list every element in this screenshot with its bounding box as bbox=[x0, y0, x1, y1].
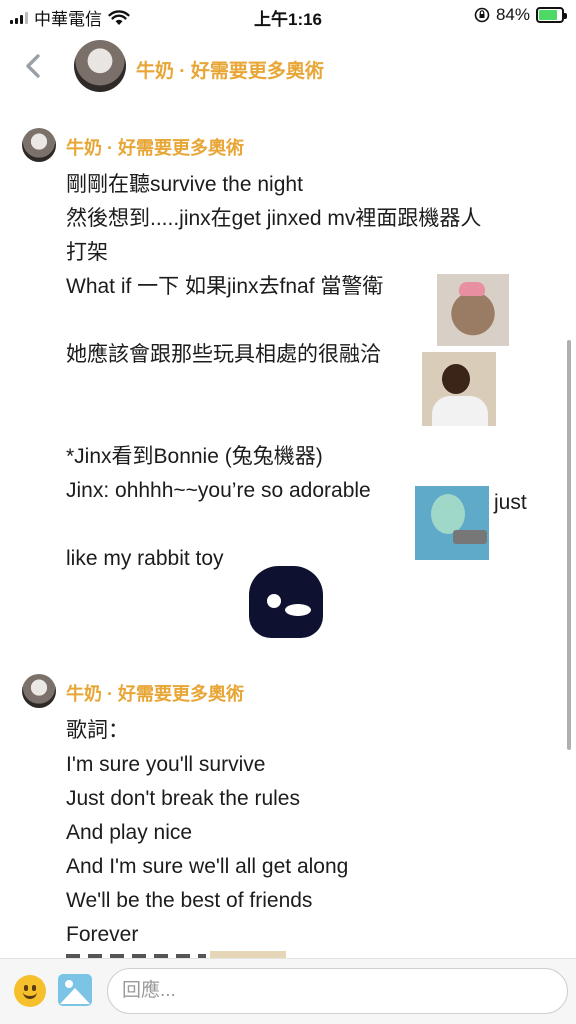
author-avatar[interactable] bbox=[22, 128, 56, 162]
message-line bbox=[66, 304, 481, 338]
header-title[interactable]: 牛奶 · 好需要更多奧術 bbox=[136, 56, 324, 83]
battery-charging-icon bbox=[536, 7, 567, 23]
message-line bbox=[66, 406, 481, 440]
image-button[interactable] bbox=[58, 974, 92, 1006]
message-line: 打架 bbox=[66, 241, 108, 264]
message-line: We'll be the best of friends bbox=[66, 889, 313, 912]
message-line: 然後想到.....jinx在get jinxed mv裡面跟機器人 bbox=[66, 207, 482, 230]
scrollbar[interactable] bbox=[567, 340, 571, 750]
man-sticker[interactable] bbox=[422, 352, 496, 426]
message-line: 她應該會跟那些玩具相處的很融洽 bbox=[66, 343, 381, 366]
header-avatar[interactable] bbox=[74, 40, 126, 92]
author-name[interactable]: 牛奶 · 好需要更多奧術 bbox=[66, 134, 244, 160]
rotation-lock-icon bbox=[474, 7, 490, 23]
battery-percent: 84% bbox=[495, 5, 530, 24]
message-line: 歌詞： bbox=[66, 719, 129, 742]
squidward-sticker[interactable] bbox=[415, 486, 489, 560]
message-body: 歌詞： I'm sure you'll survive Just don't b… bbox=[66, 714, 348, 952]
cat-sticker[interactable] bbox=[437, 274, 509, 346]
message-line: just bbox=[494, 491, 527, 514]
message-line bbox=[66, 372, 481, 406]
composer-bar bbox=[0, 958, 576, 1024]
message-line: *Jinx看到Bonnie (兔兔機器) bbox=[66, 445, 323, 468]
message-line: What if 一下 如果jinx去fnaf 當警衛 bbox=[66, 275, 384, 298]
reply-input[interactable] bbox=[107, 968, 568, 1014]
author-avatar[interactable] bbox=[22, 674, 56, 708]
emoji-button[interactable] bbox=[14, 975, 46, 1007]
message-line: Forever bbox=[66, 923, 139, 946]
back-button[interactable] bbox=[16, 48, 52, 84]
status-bar: 中華電信 上午1:16 84% bbox=[0, 0, 576, 32]
message-line: And I'm sure we'll all get along bbox=[66, 855, 349, 878]
message-line: 剛剛在聽survive the night bbox=[66, 173, 303, 196]
author-name[interactable]: 牛奶 · 好需要更多奧術 bbox=[66, 680, 244, 706]
message-line: And play nice bbox=[66, 821, 193, 844]
chat-header: 牛奶 · 好需要更多奧術 bbox=[0, 34, 576, 102]
bird-sticker[interactable] bbox=[249, 566, 323, 638]
message-line: I'm sure you'll survive bbox=[66, 753, 266, 776]
message-line: Just don't break the rules bbox=[66, 787, 300, 810]
